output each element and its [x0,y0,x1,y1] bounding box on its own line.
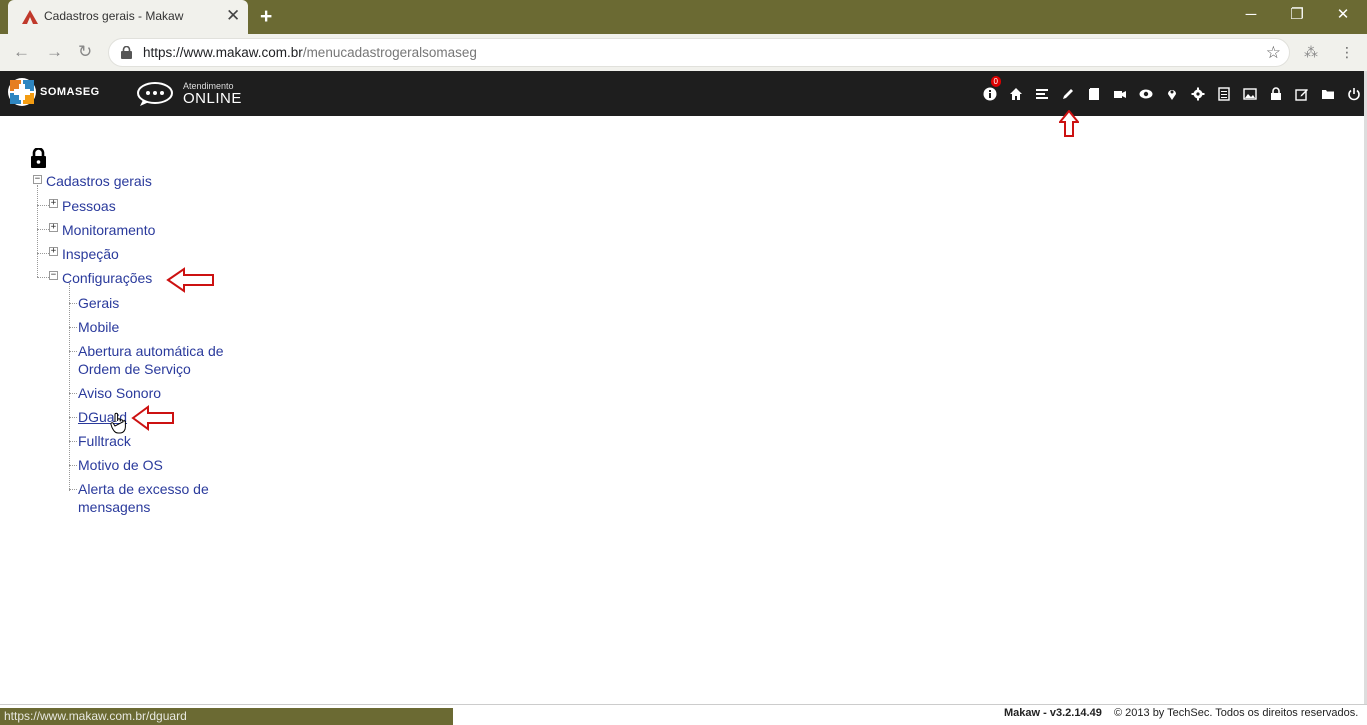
expand-expander[interactable]: + [49,199,58,208]
secure-lock-icon [121,46,132,59]
tree-leaf-mobile[interactable]: Mobile [78,318,119,336]
home-icon[interactable] [1003,71,1029,116]
tree-leaf-motivo-de-os[interactable]: Motivo de OS [78,456,163,474]
status-bar-url: https://www.makaw.com.br/dguard [0,708,453,725]
logo-text: SOMASEG [40,86,100,98]
gear-icon[interactable] [1185,71,1211,116]
annotation-left-arrow [131,405,174,431]
tree-node-monitoramento[interactable]: Monitoramento [62,221,155,239]
annotation-left-arrow [166,267,214,293]
collapse-expander[interactable]: − [49,271,58,280]
tree-node-configuracoes[interactable]: Configurações [62,269,152,287]
app-header: SOMASEG Atendimento ONLINE 0 [0,71,1367,116]
browser-menu-icon[interactable]: ⋮ [1340,44,1354,61]
url-text[interactable]: https://www.makaw.com.br/menucadastroger… [143,45,477,60]
extension-icon[interactable]: ⁂ [1304,44,1318,61]
expand-expander[interactable]: + [49,223,58,232]
new-tab-button[interactable]: + [260,5,272,29]
tree-leaf-alerta-excesso-cont[interactable]: mensagens [78,498,150,516]
browser-tab[interactable]: Cadastros gerais - Makaw ✕ [8,0,248,34]
footer-version: Makaw - v3.2.14.49 [1004,707,1102,719]
folder-icon[interactable] [1315,71,1341,116]
video-icon[interactable] [1107,71,1133,116]
back-arrow-icon[interactable]: ← [13,42,30,62]
info-icon[interactable]: 0 [977,71,1003,116]
window-close-button[interactable]: ✕ [1320,4,1366,26]
footer-copyright: © 2013 by TechSec. Todos os direitos res… [1114,707,1359,719]
lock-icon[interactable] [1263,71,1289,116]
book-icon[interactable] [1081,71,1107,116]
minimize-button[interactable]: ─ [1228,4,1274,26]
header-icon-bar: 0 [977,71,1367,116]
forward-arrow-icon[interactable]: → [46,42,63,62]
url-path: /menucadastrogeralsomaseg [302,45,477,60]
collapse-expander[interactable]: − [33,175,42,184]
restore-button[interactable]: ❐ [1274,4,1320,26]
map-pin-icon[interactable] [1159,71,1185,116]
bookmark-star-icon[interactable]: ☆ [1266,43,1281,63]
url-host: https://www.makaw.com.br [143,45,303,60]
tree-leaf-abertura-automatica-cont[interactable]: Ordem de Serviço [78,360,191,378]
tree-leaf-aviso-sonoro[interactable]: Aviso Sonoro [78,384,161,402]
online-label[interactable]: ONLINE [183,90,242,107]
address-bar[interactable]: https://www.makaw.com.br/menucadastroger… [108,38,1290,67]
tree-node-pessoas[interactable]: Pessoas [62,197,116,215]
makaw-favicon-icon [22,10,38,24]
image-icon[interactable] [1237,71,1263,116]
tree-node-inspecao[interactable]: Inspeção [62,245,119,263]
tab-title: Cadastros gerais - Makaw [44,9,184,23]
browser-toolbar: ← → ↻ https://www.makaw.com.br/menucadas… [0,34,1367,71]
expand-expander[interactable]: + [49,247,58,256]
chat-bubble-icon[interactable] [137,81,177,107]
tree-leaf-fulltrack[interactable]: Fulltrack [78,432,131,450]
hand-cursor-icon [110,412,126,434]
document-icon[interactable] [1211,71,1237,116]
eye-icon[interactable] [1133,71,1159,116]
main-content: − Cadastros gerais + Pessoas + Monitoram… [0,116,1367,704]
tab-close-icon[interactable]: ✕ [226,6,240,26]
edit-icon[interactable] [1289,71,1315,116]
tree-leaf-gerais[interactable]: Gerais [78,294,119,312]
somaseg-logo-icon [8,78,36,106]
tree-leaf-alerta-excesso[interactable]: Alerta de excesso de [78,480,209,498]
browser-tabbar: Cadastros gerais - Makaw ✕ + ─ ❐ ✕ [0,0,1367,34]
tree-leaf-abertura-automatica[interactable]: Abertura automática de [78,342,224,360]
notification-badge: 0 [990,76,1001,87]
tree-root-cadastros-gerais[interactable]: Cadastros gerais [46,172,152,190]
lock-icon[interactable] [30,148,47,168]
reload-icon[interactable]: ↻ [78,42,92,62]
list-icon[interactable] [1029,71,1055,116]
